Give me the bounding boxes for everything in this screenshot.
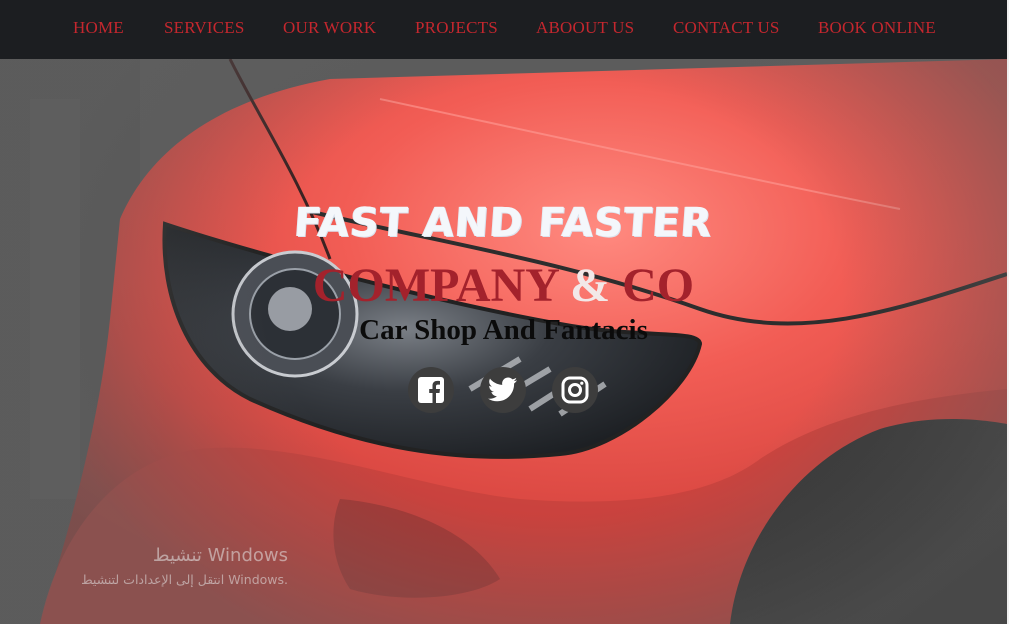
nav-item-our-work[interactable]: OUR WORK <box>283 18 376 38</box>
nav-item-home[interactable]: HOME <box>73 18 124 38</box>
page: HOME SERVICES OUR WORK PROJECTS ABOOUT U… <box>0 0 1009 624</box>
nav-menu: HOME SERVICES OUR WORK PROJECTS ABOOUT U… <box>0 0 1007 59</box>
company-name-part1: COMPANY <box>312 259 571 312</box>
windows-activation-subtitle: انتقل إلى الإعدادات لتنشيط Windows. <box>81 572 288 587</box>
company-name-part2: CO <box>610 259 695 312</box>
nav-item-contact-us[interactable]: CONTACT US <box>673 18 780 38</box>
windows-activation-title: تنشيط Windows <box>152 545 288 566</box>
instagram-icon <box>561 376 589 404</box>
twitter-button[interactable] <box>480 367 526 413</box>
top-navbar: HOME SERVICES OUR WORK PROJECTS ABOOUT U… <box>0 0 1007 59</box>
facebook-button[interactable] <box>408 367 454 413</box>
nav-item-projects[interactable]: PROJECTS <box>415 18 498 38</box>
facebook-icon <box>418 377 444 404</box>
company-name-ampersand: & <box>570 259 611 312</box>
twitter-icon <box>488 377 517 402</box>
instagram-button[interactable] <box>552 367 598 413</box>
hero-headline: FAST AND FASTER <box>292 200 715 246</box>
hero-subtitle: Car Shop And Fantacis <box>359 314 648 346</box>
company-name: COMPANY & CO <box>0 258 1007 313</box>
nav-item-about-us[interactable]: ABOOUT US <box>536 18 634 38</box>
nav-item-book-online[interactable]: BOOK ONLINE <box>818 18 936 38</box>
nav-item-services[interactable]: SERVICES <box>164 18 245 38</box>
